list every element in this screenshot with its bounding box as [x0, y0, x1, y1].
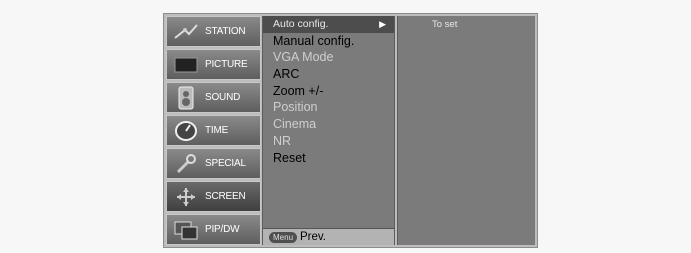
antenna-icon — [167, 16, 205, 47]
menu-item-cinema[interactable]: Cinema — [263, 116, 394, 133]
speaker-icon — [167, 82, 205, 113]
menu-item-manual-config[interactable]: Manual config. — [263, 33, 394, 50]
sidebar-item-picture[interactable]: PICTURE — [166, 49, 261, 80]
sidebar-item-pip[interactable]: PIP/DW — [166, 214, 261, 245]
sidebar-item-time[interactable]: TIME — [166, 115, 261, 146]
menu-item-nr[interactable]: NR — [263, 133, 394, 150]
footer-label: Prev. — [300, 231, 327, 243]
sidebar-item-label: PICTURE — [205, 59, 248, 70]
pip-icon — [167, 214, 205, 245]
submenu-panel: To set — [397, 16, 535, 245]
sidebar-item-label: SCREEN — [205, 191, 246, 202]
menu-item-position[interactable]: Position — [263, 99, 394, 116]
picture-icon — [167, 49, 205, 80]
sidebar-item-label: SPECIAL — [205, 158, 246, 169]
menu-item-reset[interactable]: Reset — [263, 150, 394, 167]
menu-item-label: Auto config. — [273, 18, 329, 30]
menu-item-vga-mode[interactable]: VGA Mode — [263, 49, 394, 66]
arrow-right-icon: ▶ — [379, 19, 386, 29]
wrench-icon — [167, 148, 205, 179]
sidebar-item-label: TIME — [205, 125, 229, 136]
sidebar: STATION PICTURE SOUND TIME SPECIAL SCREE… — [166, 16, 261, 245]
osd-panel: STATION PICTURE SOUND TIME SPECIAL SCREE… — [163, 13, 538, 248]
sidebar-item-special[interactable]: SPECIAL — [166, 148, 261, 179]
menu-footer: Menu Prev. — [263, 228, 394, 245]
arrows-icon — [167, 181, 205, 212]
sidebar-item-screen[interactable]: SCREEN — [166, 181, 261, 212]
sidebar-item-label: PIP/DW — [205, 224, 240, 235]
menu-item-arc[interactable]: ARC — [263, 66, 394, 83]
screen-menu: Auto config. ▶ Manual config. VGA Mode A… — [262, 16, 395, 245]
submenu-item-to-set[interactable]: To set — [398, 16, 535, 33]
clock-icon — [167, 115, 205, 146]
sidebar-item-station[interactable]: STATION — [166, 16, 261, 47]
menu-item-auto-config[interactable]: Auto config. ▶ — [263, 16, 394, 33]
sidebar-item-label: STATION — [205, 26, 246, 37]
menu-item-zoom[interactable]: Zoom +/- — [263, 83, 394, 100]
sidebar-item-label: SOUND — [205, 92, 241, 103]
sidebar-item-sound[interactable]: SOUND — [166, 82, 261, 113]
menu-key-badge[interactable]: Menu — [269, 231, 298, 243]
